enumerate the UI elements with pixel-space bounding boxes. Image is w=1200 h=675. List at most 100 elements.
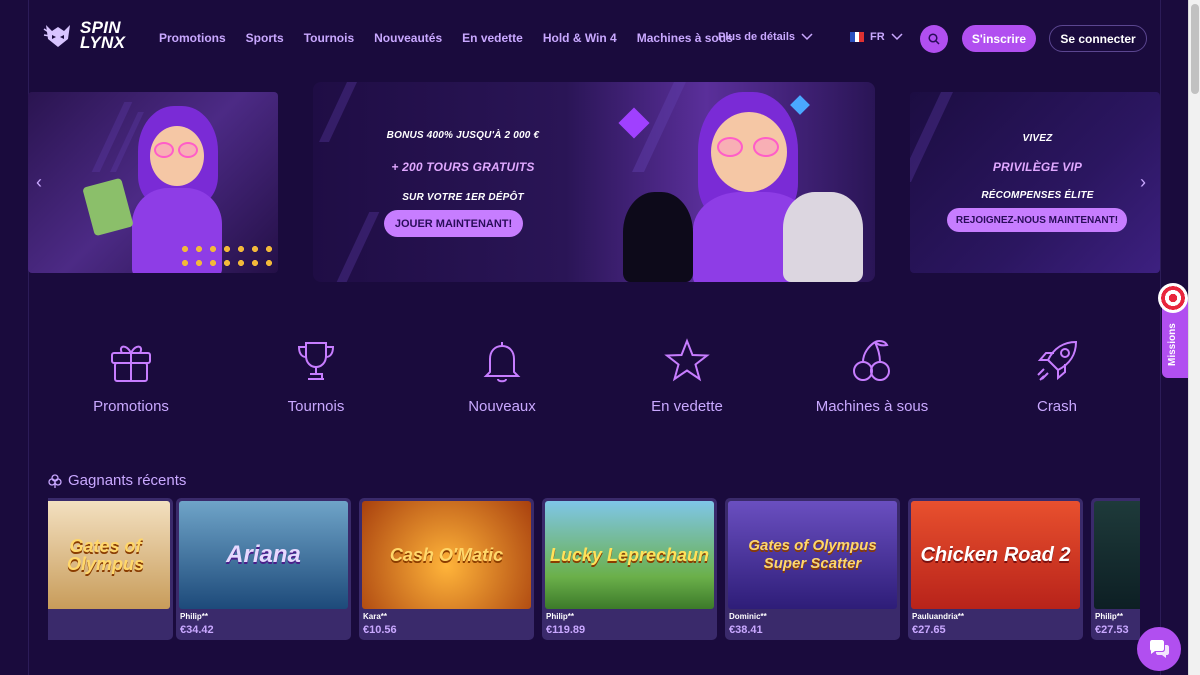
bell-icon	[483, 342, 521, 383]
vip-line2: PRIVILÈGE VIP	[992, 160, 1083, 174]
frame-line	[1160, 0, 1161, 675]
clover-icon	[48, 473, 62, 488]
category-machines-a-sous[interactable]: Machines à sous	[802, 338, 942, 415]
winner-amount: €38.41	[729, 624, 763, 636]
winner-card[interactable]: Philip** €27.53	[1091, 498, 1140, 640]
claw-mark	[910, 92, 953, 182]
game-thumbnail: Ariana	[179, 501, 348, 609]
nav-sports[interactable]: Sports	[246, 31, 284, 45]
winner-username: Philip**	[180, 612, 209, 621]
winner-amount: €27.53	[1095, 624, 1129, 636]
language-selector[interactable]: FR	[850, 31, 903, 43]
vertical-scrollbar[interactable]	[1188, 0, 1200, 675]
login-button[interactable]: Se connecter	[1049, 25, 1147, 52]
vip-line1: VIVEZ	[1022, 133, 1053, 144]
winner-username: Philip**	[546, 612, 575, 621]
winner-amount: €27.65	[912, 624, 946, 636]
winner-username: Dominic**	[729, 612, 767, 621]
logo-text: SPIN LYNX	[80, 19, 126, 52]
chevron-left-icon[interactable]: ‹	[36, 172, 42, 193]
game-thumbnail	[1094, 501, 1140, 609]
character-glasses	[178, 142, 198, 158]
target-icon	[1158, 283, 1188, 313]
category-label: Crash	[1036, 398, 1077, 415]
character-glasses	[154, 142, 174, 158]
more-label: Plus de détails	[718, 31, 796, 43]
bulldog-illustration	[783, 192, 863, 282]
nav-hold-win-4[interactable]: Hold & Win 4	[543, 31, 617, 45]
logo[interactable]: SPIN LYNX	[42, 15, 126, 55]
chevron-right-icon[interactable]: ›	[1140, 172, 1146, 193]
lynx-logo-icon	[43, 25, 70, 47]
trophy-icon	[297, 342, 335, 380]
category-tournois[interactable]: Tournois	[246, 338, 386, 415]
logo-line2: LYNX	[80, 33, 126, 52]
winner-card[interactable]: Lucky Leprechaun Philip** €119.89	[542, 498, 717, 640]
hero-slide-next[interactable]: VIVEZ PRIVILÈGE VIP RÉCOMPENSES ÉLITE RE…	[910, 92, 1160, 273]
gem-illustration	[790, 95, 810, 115]
chevron-down-icon	[801, 33, 813, 41]
game-thumbnail: Lucky Leprechaun	[545, 501, 714, 609]
recent-winners-title: Gagnants récents	[68, 472, 187, 489]
winner-username: Kara**	[363, 612, 388, 621]
game-title: Chicken Road 2	[920, 544, 1071, 566]
bonus-line2: + 200 TOURS GRATUITS	[391, 160, 535, 174]
category-label: Machines à sous	[815, 398, 929, 415]
character-glasses	[717, 137, 743, 157]
panther-illustration	[623, 192, 693, 282]
nav-nouveautes[interactable]: Nouveautés	[374, 31, 442, 45]
header: SPIN LYNX Promotions Sports Tournois Nou…	[0, 0, 1188, 76]
nav-en-vedette[interactable]: En vedette	[462, 31, 523, 45]
game-thumbnail: Chicken Road 2	[911, 501, 1080, 609]
chat-bubble-icon	[1150, 640, 1169, 658]
nav-tournois[interactable]: Tournois	[304, 31, 354, 45]
join-now-button[interactable]: REJOIGNEZ-NOUS MAINTENANT!	[947, 208, 1127, 232]
category-en-vedette[interactable]: En vedette	[617, 338, 757, 415]
nav-promotions[interactable]: Promotions	[159, 31, 226, 45]
bonus-line3: SUR VOTRE 1ER DÉPÔT	[402, 192, 524, 203]
winner-card[interactable]: Chicken Road 2 Pauluandria** €27.65	[908, 498, 1083, 640]
gift-icon	[111, 345, 151, 382]
search-button[interactable]	[920, 25, 948, 53]
game-thumbnail: Cash O'Matic	[362, 501, 531, 609]
signup-button[interactable]: S'inscrire	[962, 25, 1036, 52]
scrollbar-thumb[interactable]	[1191, 4, 1199, 94]
game-title: Gates of Olympus	[66, 536, 145, 574]
winner-card[interactable]: Ariana Philip** €34.42	[176, 498, 351, 640]
game-thumbnail: Gates of Olympus Super Scatter	[728, 501, 897, 609]
winner-amount: €10.56	[363, 624, 397, 636]
winner-card[interactable]: Gates of Olympus	[48, 498, 173, 640]
winner-username: Philip**	[1095, 612, 1124, 621]
chevron-down-icon	[891, 33, 903, 41]
character-glasses	[753, 137, 779, 157]
category-promotions[interactable]: Promotions	[61, 338, 201, 415]
bonus-line1: BONUS 400% JUSQU'À 2 000 €	[386, 130, 540, 141]
claw-mark	[319, 82, 357, 142]
category-label: Nouveaux	[468, 398, 536, 415]
category-label: Promotions	[93, 398, 169, 415]
winner-card[interactable]: Cash O'Matic Kara** €10.56	[359, 498, 534, 640]
game-title: Ariana	[226, 541, 301, 568]
search-icon	[928, 33, 940, 45]
category-crash[interactable]: Crash	[987, 338, 1127, 415]
chat-button[interactable]	[1137, 627, 1181, 671]
play-now-button[interactable]: JOUER MAINTENANT!	[384, 210, 523, 237]
claw-mark	[336, 212, 380, 282]
gem-illustration	[618, 107, 650, 139]
recent-winners-heading: Gagnants récents	[48, 472, 186, 489]
winner-amount: €119.89	[546, 624, 586, 636]
main-nav: Promotions Sports Tournois Nouveautés En…	[159, 31, 753, 45]
hero-slide-prev[interactable]: ‹	[28, 92, 278, 273]
category-label: Tournois	[287, 398, 345, 415]
winner-card[interactable]: Gates of Olympus Super Scatter Dominic**…	[725, 498, 900, 640]
cherries-icon	[853, 340, 890, 381]
hero-slide-main[interactable]: BONUS 400% JUSQU'À 2 000 € + 200 TOURS G…	[313, 82, 875, 282]
missions-label: Missions	[1167, 323, 1178, 366]
category-nouveaux[interactable]: Nouveaux	[432, 338, 572, 415]
more-menu[interactable]: Plus de détails	[718, 31, 813, 43]
france-flag-icon	[850, 32, 865, 42]
winner-amount: €34.42	[180, 624, 214, 636]
vip-line3: RÉCOMPENSES ÉLITE	[981, 190, 1094, 201]
game-title: Gates of Olympus Super Scatter	[748, 537, 877, 572]
winners-carousel: Gates of Olympus Ariana Philip** €34.42 …	[48, 498, 1140, 640]
